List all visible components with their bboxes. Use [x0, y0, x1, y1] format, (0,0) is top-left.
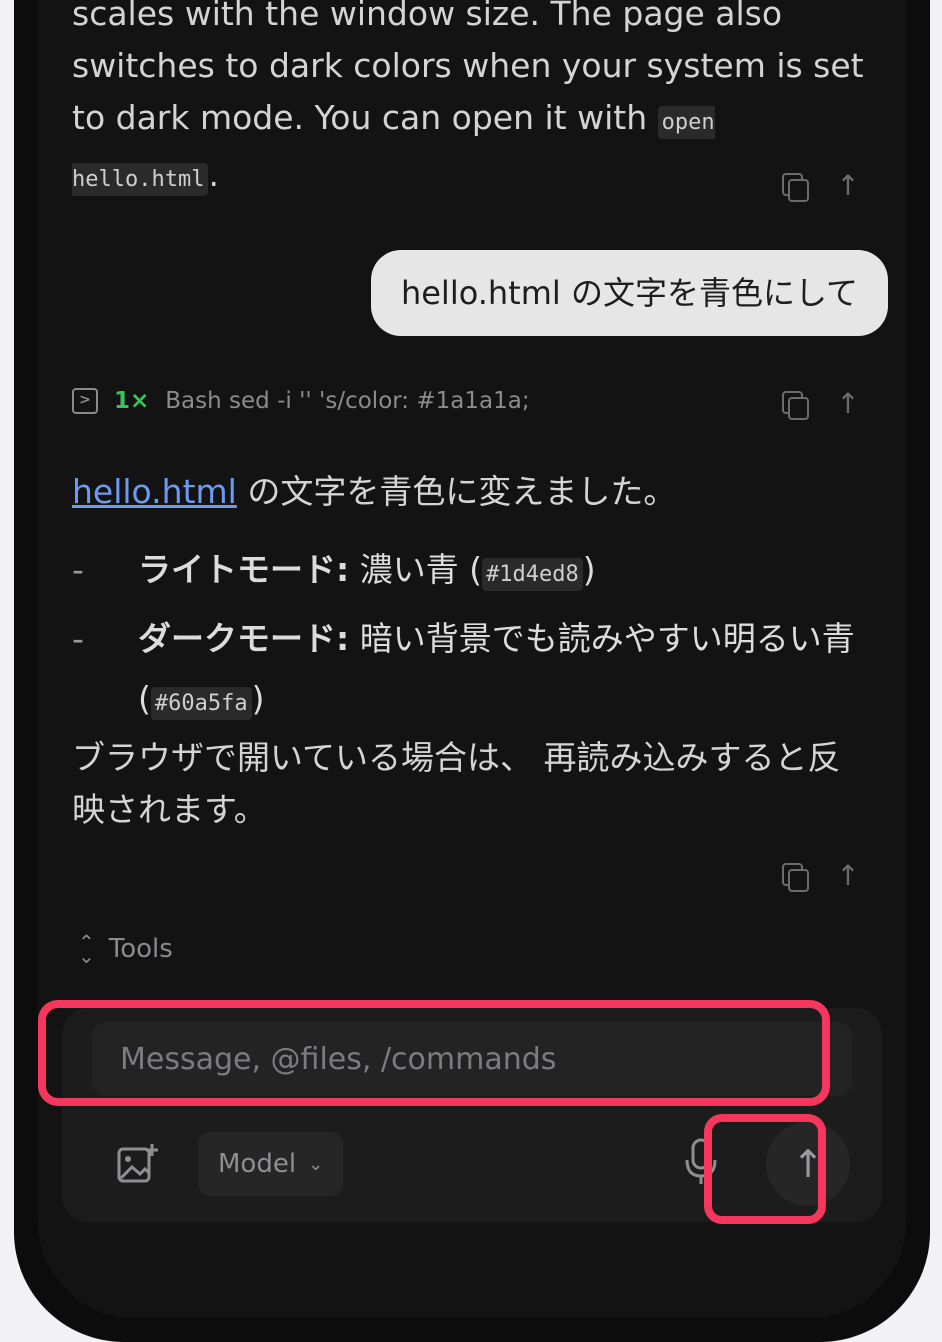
bullet-label: ダークモード: — [138, 619, 350, 658]
bullet-text-end: ) — [582, 550, 596, 589]
image-add-icon[interactable] — [116, 1142, 160, 1186]
tool-call-row[interactable]: > 1× Bash sed -i '' 's/color: #1a1a1a; — [72, 388, 530, 414]
file-link[interactable]: hello.html — [72, 472, 237, 511]
bullet-text-end: ) — [251, 679, 265, 718]
assistant-reply-intro: hello.html の文字を青色に変えました。 — [72, 466, 872, 518]
tool-call-command: Bash sed -i '' 's/color: #1a1a1a; — [165, 388, 530, 414]
tools-toggle[interactable]: ⌃ ⌄ Tools — [78, 930, 173, 968]
message-actions: ↑ — [780, 172, 862, 202]
chevron-down-icon: ⌄ — [308, 1153, 324, 1175]
assistant-reply-closing: ブラウザで開いている場合は、 再読み込みすると反映されます。 — [72, 738, 841, 829]
send-arrow-icon: ↑ — [792, 1142, 824, 1186]
chat-screen: scales with the window size. The page al… — [38, 0, 906, 1318]
message-line: switches to dark colors when your system… — [72, 46, 864, 85]
phone-frame: scales with the window size. The page al… — [14, 0, 930, 1342]
bullet-label: ライトモード: — [138, 550, 350, 589]
copy-icon[interactable] — [780, 172, 809, 202]
arrow-up-icon[interactable]: ↑ — [834, 862, 862, 890]
list-item: - ダークモード: 暗い背景でも読みやすい明るい青 (#60a5fa) — [72, 609, 882, 734]
bullet-dash: - — [72, 619, 84, 658]
chevron-updown-icon: ⌃ ⌄ — [78, 930, 95, 968]
arrow-up-icon[interactable]: ↑ — [834, 172, 862, 200]
microphone-icon[interactable] — [684, 1138, 718, 1186]
reply-actions: ↑ — [780, 862, 862, 892]
reply-bullet-list: - ライトモード: 濃い青 (#1d4ed8) - ダークモード: 暗い背景でも… — [72, 540, 882, 738]
model-label: Model — [218, 1149, 297, 1179]
message-input[interactable] — [92, 1022, 852, 1096]
user-message-bubble: hello.html の文字を青色にして — [370, 250, 888, 336]
send-button[interactable]: ↑ — [766, 1122, 850, 1206]
assistant-message-previous: scales with the window size. The page al… — [72, 0, 872, 206]
inline-code: #60a5fa — [150, 687, 252, 720]
reply-intro-text: の文字を青色に変えました。 — [236, 472, 677, 511]
terminal-icon: > — [72, 388, 98, 414]
message-line: to dark mode. You can open it with — [72, 98, 658, 137]
copy-icon[interactable] — [780, 390, 809, 420]
bullet-dash: - — [72, 550, 84, 589]
message-line-end: . — [208, 155, 219, 194]
inline-code: #1d4ed8 — [482, 558, 583, 591]
tool-actions: ↑ — [780, 390, 862, 420]
arrow-up-icon[interactable]: ↑ — [834, 390, 862, 418]
model-selector[interactable]: Model ⌄ — [198, 1132, 344, 1196]
tool-call-count: 1× — [114, 388, 150, 414]
copy-icon[interactable] — [780, 862, 809, 892]
list-item: - ライトモード: 濃い青 (#1d4ed8) — [72, 540, 882, 605]
message-line: scales with the window size. The page al… — [72, 0, 783, 33]
bullet-text: 濃い青 ( — [349, 550, 483, 589]
tools-label: Tools — [108, 934, 173, 964]
